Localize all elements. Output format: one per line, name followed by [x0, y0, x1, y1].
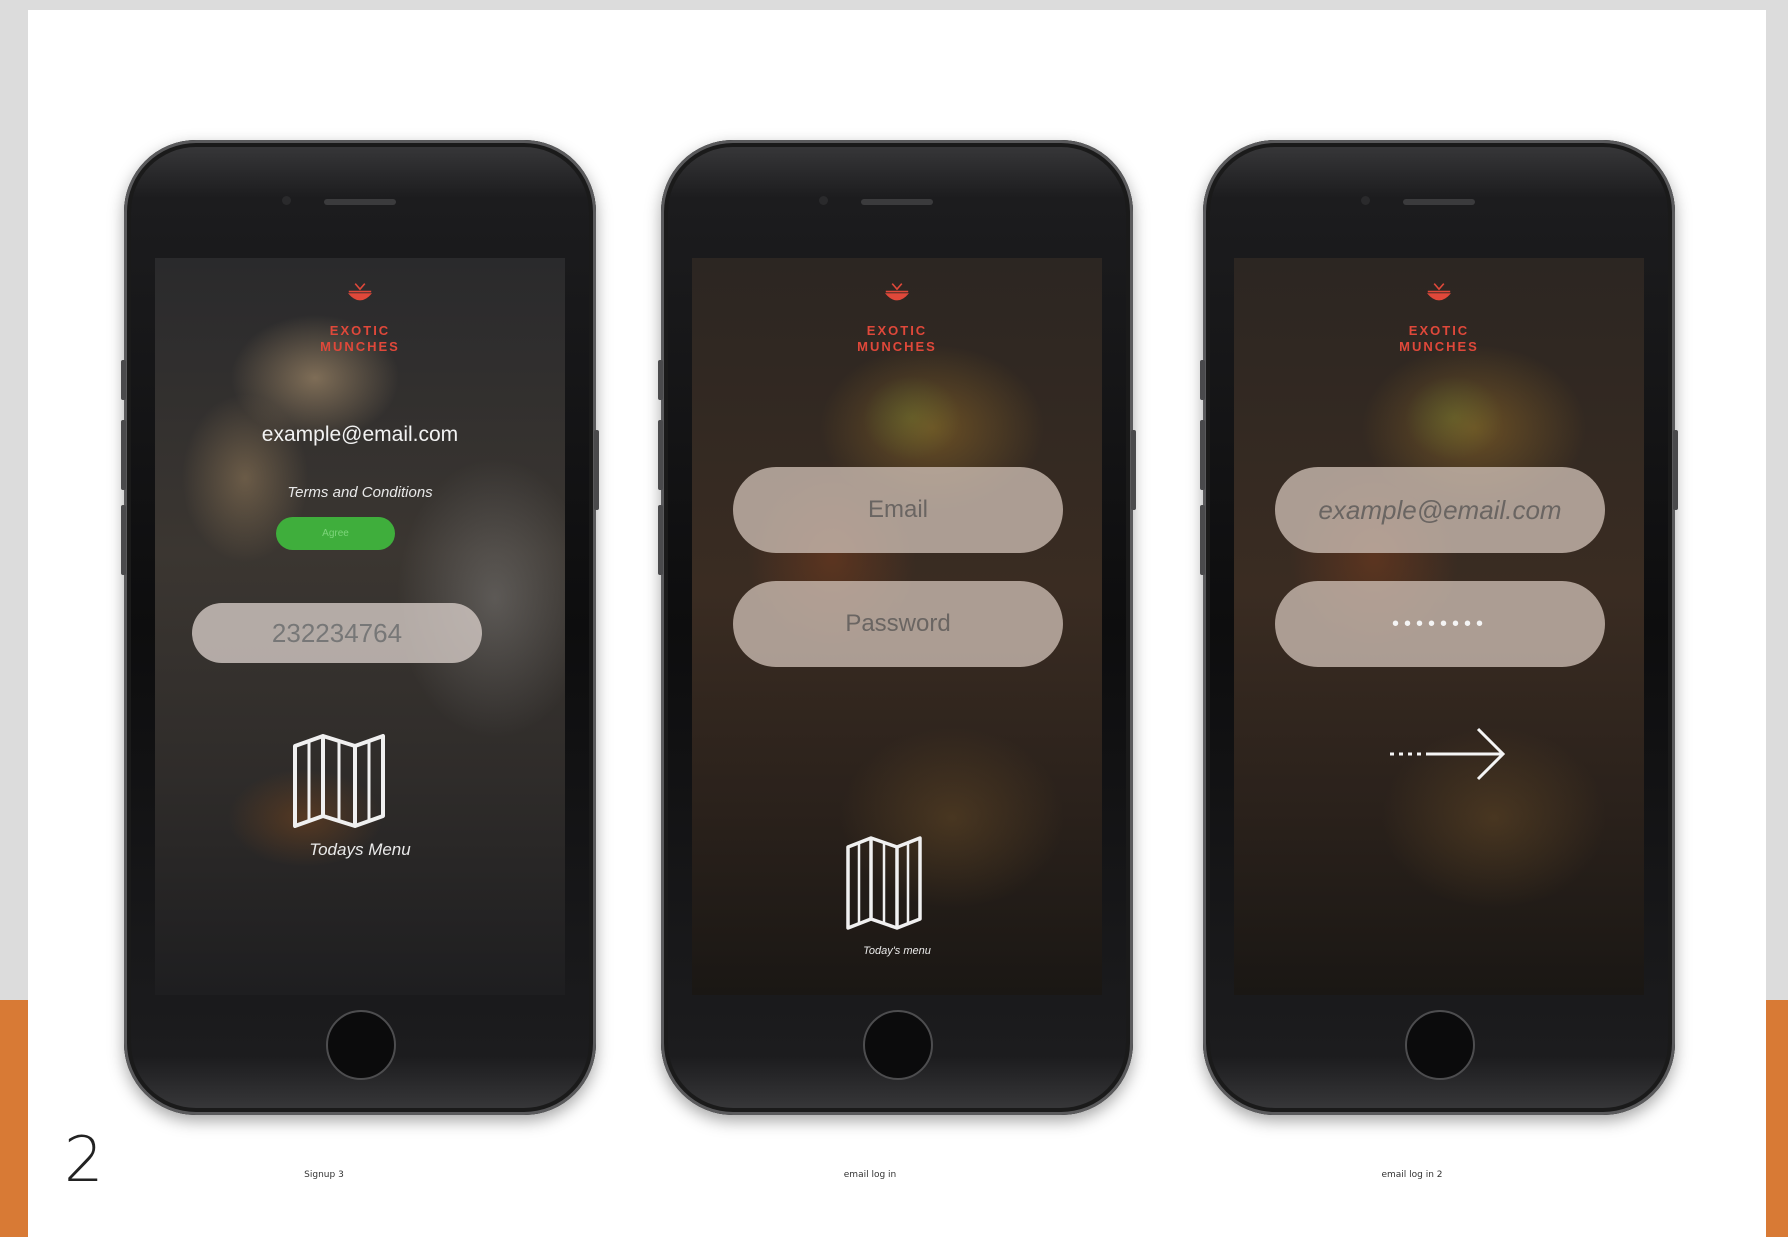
terms-link[interactable]: Terms and Conditions: [155, 484, 565, 501]
slide: EXOTIC MUNCHES example@email.com Terms a…: [28, 10, 1766, 1237]
password-field[interactable]: ••••••••: [1275, 581, 1605, 667]
orange-accent-left: [0, 1000, 28, 1237]
screen-email-login-2: EXOTIC MUNCHES example@email.com •••••••…: [1234, 258, 1644, 995]
earpiece-speaker: [324, 199, 396, 205]
slide-number: 2: [64, 1123, 104, 1196]
password-field[interactable]: Password: [733, 581, 1063, 667]
map-menu-icon[interactable]: [845, 835, 923, 931]
front-camera: [819, 196, 828, 205]
screen-signup: EXOTIC MUNCHES example@email.com Terms a…: [155, 258, 565, 995]
phone-number-field[interactable]: 232234764: [192, 603, 482, 663]
front-camera: [1361, 196, 1370, 205]
brand-name-line2: MUNCHES: [1399, 339, 1479, 354]
brand-logo: EXOTIC MUNCHES: [155, 282, 565, 355]
brand-name-line1: EXOTIC: [329, 323, 391, 338]
phone-email-login-2: EXOTIC MUNCHES example@email.com •••••••…: [1200, 140, 1678, 1115]
earpiece-speaker: [861, 199, 933, 205]
bowl-icon: [348, 283, 372, 301]
home-button[interactable]: [326, 1010, 396, 1080]
brand-logo: EXOTIC MUNCHES: [1234, 282, 1644, 355]
email-display: example@email.com: [261, 423, 459, 446]
map-menu-icon[interactable]: [291, 734, 387, 828]
phone-email-login: EXOTIC MUNCHES Email Password Today's me…: [658, 140, 1136, 1115]
caption-email-login: email log in: [843, 1170, 897, 1180]
agree-button[interactable]: Agree: [276, 517, 395, 550]
screen-email-login: EXOTIC MUNCHES Email Password Today's me…: [692, 258, 1102, 995]
bowl-icon: [1427, 283, 1451, 301]
front-camera: [282, 196, 291, 205]
bowl-icon: [885, 283, 909, 301]
arrow-right-icon[interactable]: [1386, 723, 1508, 785]
earpiece-speaker: [1403, 199, 1475, 205]
email-field[interactable]: example@email.com: [1275, 467, 1605, 553]
caption-signup: Signup 3: [304, 1170, 344, 1180]
brand-name-line1: EXOTIC: [866, 323, 928, 338]
caption-email-login-2: email log in 2: [1381, 1170, 1443, 1180]
brand-name-line2: MUNCHES: [320, 339, 400, 354]
email-field[interactable]: Email: [733, 467, 1063, 553]
home-button[interactable]: [863, 1010, 933, 1080]
todays-menu-label[interactable]: Todays Menu: [155, 840, 565, 860]
brand-name-line1: EXOTIC: [1408, 323, 1470, 338]
brand-name-line2: MUNCHES: [857, 339, 937, 354]
orange-accent-right: [1766, 1000, 1788, 1237]
todays-menu-label[interactable]: Today's menu: [692, 945, 1102, 957]
brand-logo: EXOTIC MUNCHES: [692, 282, 1102, 355]
home-button[interactable]: [1405, 1010, 1475, 1080]
phone-signup: EXOTIC MUNCHES example@email.com Terms a…: [121, 140, 599, 1115]
